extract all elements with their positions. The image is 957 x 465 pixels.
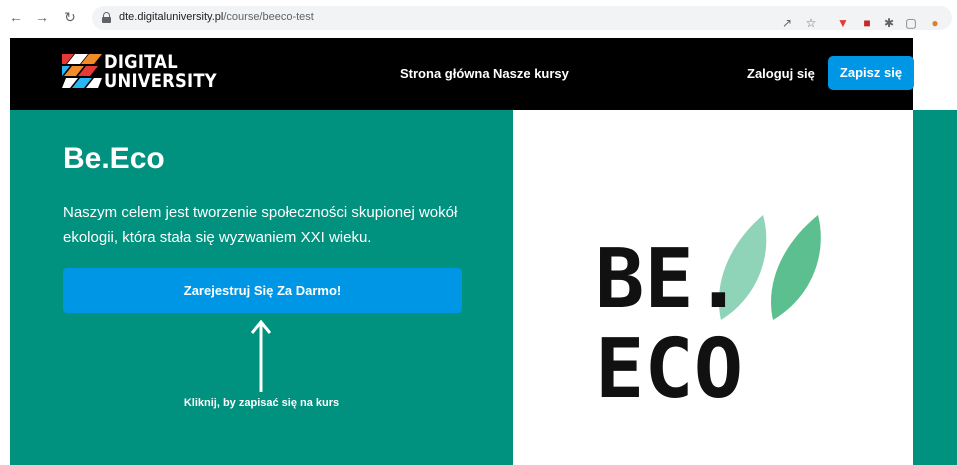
signup-hint: Kliknij, by zapisać się na kurs bbox=[183, 397, 340, 409]
logo-wordmark: DIGITAL UNIVERSITY bbox=[104, 53, 235, 91]
url-text: dte.digitaluniversity.pl/course/beeco-te… bbox=[119, 11, 314, 23]
sidepanel-icon[interactable]: ▢ bbox=[904, 16, 918, 30]
logo-mark-icon bbox=[62, 54, 102, 88]
url-host: dte.digitaluniversity.pl bbox=[119, 11, 224, 23]
hero-section: Be.Eco Naszym celem jest tworzenie społe… bbox=[10, 110, 513, 465]
nav-home-link[interactable]: Strona główna bbox=[400, 66, 490, 81]
browser-toolbar: ← → ↻ dte.digitaluniversity.pl/course/be… bbox=[0, 0, 957, 36]
digital-university-logo[interactable]: DIGITAL UNIVERSITY bbox=[62, 52, 217, 96]
share-icon[interactable]: ↗ bbox=[780, 16, 794, 30]
beeco-line-2: ECO bbox=[595, 322, 743, 417]
bookmark-star-icon[interactable]: ☆ bbox=[804, 16, 818, 30]
login-link[interactable]: Zaloguj się bbox=[747, 66, 815, 81]
leaf-dark-icon bbox=[770, 215, 821, 320]
address-bar[interactable]: dte.digitaluniversity.pl/course/beeco-te… bbox=[92, 6, 952, 30]
nav-courses-link[interactable]: Nasze kursy bbox=[493, 66, 569, 81]
forward-arrow-icon[interactable]: → bbox=[34, 9, 50, 25]
register-free-button[interactable]: Zarejestruj Się Za Darmo! bbox=[63, 268, 462, 313]
site-header: DIGITAL UNIVERSITY Strona główna Nasze k… bbox=[10, 38, 914, 110]
signup-button[interactable]: Zapisz się bbox=[828, 56, 914, 90]
hero-side-strip bbox=[913, 110, 957, 465]
puzzle-icon[interactable]: ✱ bbox=[882, 16, 896, 30]
hero-title: Be.Eco bbox=[63, 142, 165, 175]
beeco-line-1: BE. bbox=[595, 232, 743, 327]
beeco-logo: BE. ECO bbox=[593, 215, 833, 417]
logo-line-2: UNIVERSITY bbox=[104, 70, 217, 92]
reload-icon[interactable]: ↻ bbox=[62, 9, 78, 25]
up-arrow-icon bbox=[251, 320, 271, 392]
lock-icon[interactable] bbox=[102, 12, 111, 23]
profile-icon[interactable]: ● bbox=[928, 16, 942, 30]
course-image: BE. ECO bbox=[513, 110, 913, 465]
extension-icon[interactable]: ■ bbox=[860, 16, 874, 30]
back-arrow-icon[interactable]: ← bbox=[8, 9, 24, 25]
hero-description: Naszym celem jest tworzenie społeczności… bbox=[63, 204, 458, 246]
extension-icon[interactable]: ▼ bbox=[836, 16, 850, 30]
url-path: /course/beeco-test bbox=[223, 11, 314, 23]
